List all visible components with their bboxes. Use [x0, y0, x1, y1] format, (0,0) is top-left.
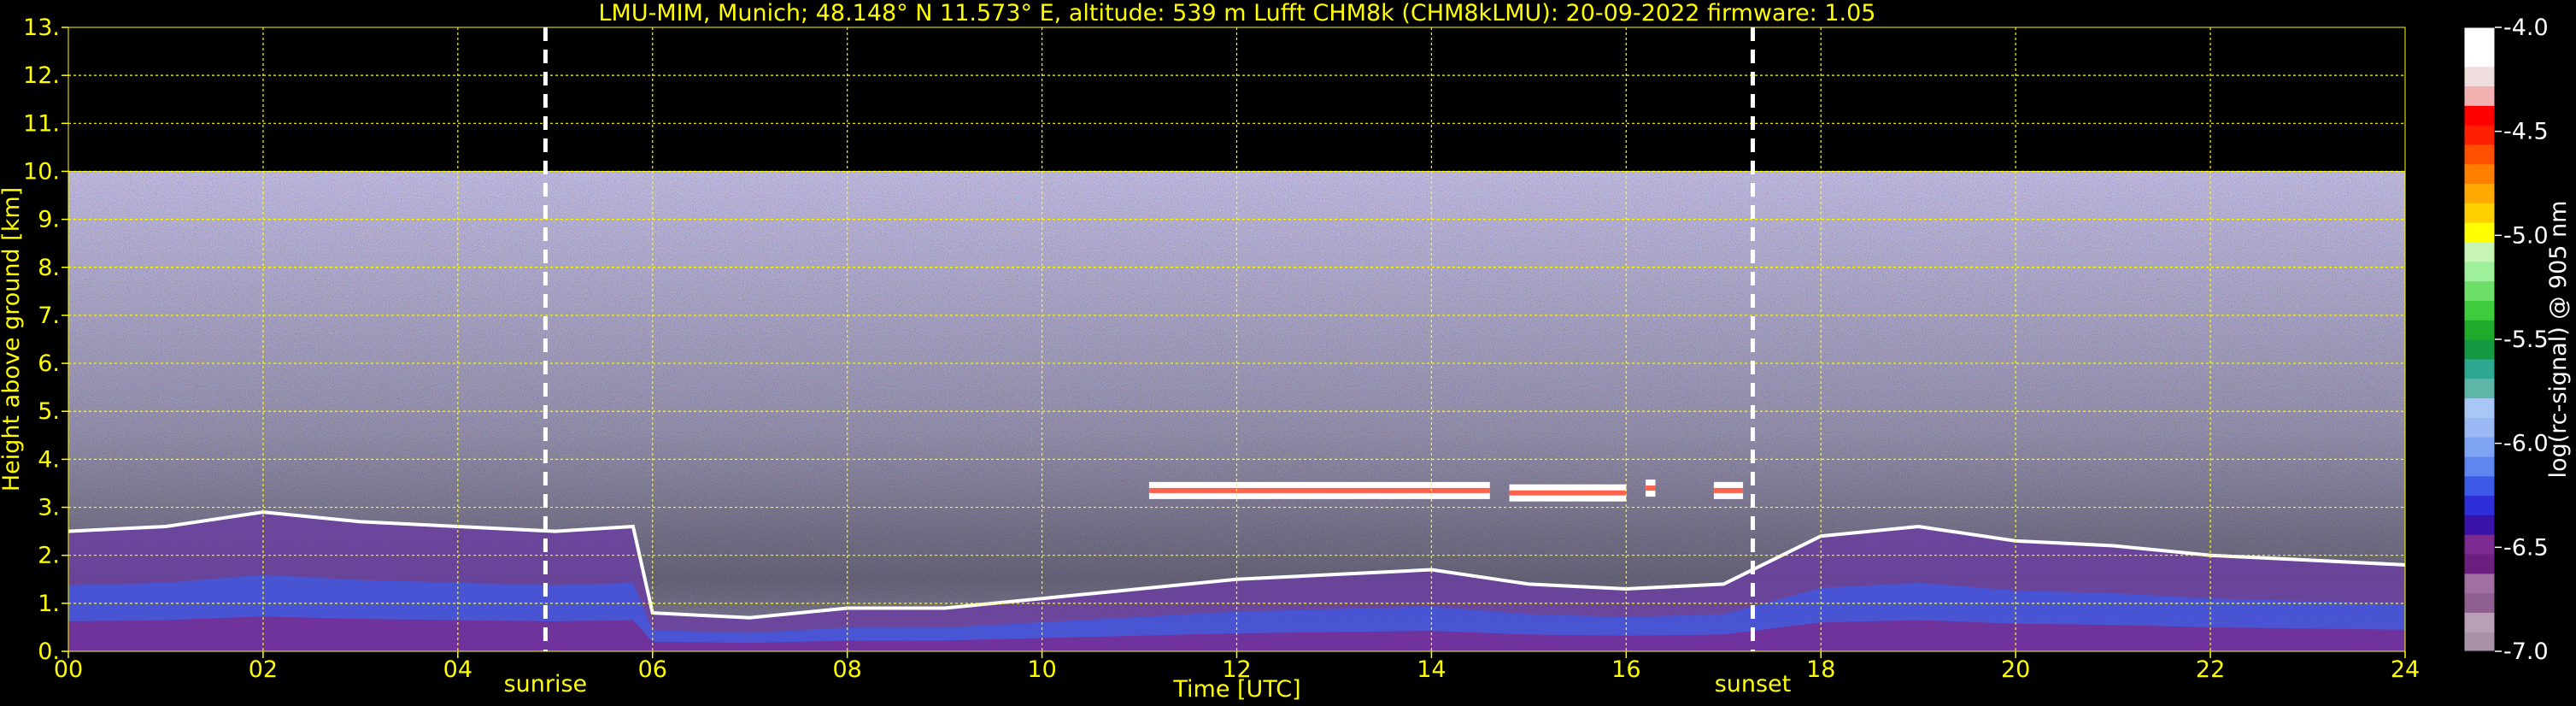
x-tick-label: 20 — [2001, 656, 2030, 683]
colorbar-segment — [2464, 163, 2495, 185]
cloud-layer-core — [1646, 485, 1656, 491]
cloud-layer-core — [1713, 487, 1744, 493]
colorbar-tick-label: -4.5 — [2503, 119, 2549, 145]
y-tick-label: 6. — [38, 350, 60, 377]
colorbar-segment — [2464, 27, 2495, 48]
colorbar-segment — [2464, 105, 2495, 126]
colorbar-segment — [2464, 515, 2495, 535]
x-tick-label: 08 — [832, 656, 861, 683]
colorbar-segment — [2464, 378, 2495, 399]
x-tick-label: 14 — [1417, 656, 1446, 683]
x-tick-label: 00 — [54, 656, 83, 683]
colorbar-segment — [2464, 358, 2495, 379]
colorbar-segment — [2464, 437, 2495, 457]
cloud-layer-core — [1509, 490, 1627, 496]
colorbar-segment — [2464, 632, 2495, 652]
colorbar-segment — [2464, 320, 2495, 340]
y-tick-label: 13. — [23, 15, 60, 41]
y-tick-label: 8. — [38, 255, 60, 281]
colorbar-segment — [2464, 300, 2495, 321]
colorbar-segment — [2464, 261, 2495, 282]
colorbar-tick-label: -5.0 — [2503, 222, 2549, 249]
colorbar-label: log(rc-signal) @ 905 nm — [2545, 201, 2572, 479]
ceilometer-chart: LMU-MIM, Munich; 48.148° N 11.573° E, al… — [0, 0, 2572, 703]
colorbar-segment — [2464, 592, 2495, 613]
x-tick-label: 16 — [1611, 656, 1640, 683]
colorbar-segment — [2464, 222, 2495, 243]
x-tick-label: 02 — [249, 656, 278, 683]
sunset-label: sunset — [1715, 671, 1792, 697]
colorbar-segment — [2464, 417, 2495, 438]
y-tick-label: 3. — [38, 495, 60, 521]
x-axis-label: Time [UTC] — [1172, 676, 1300, 703]
colorbar-segment — [2464, 183, 2495, 203]
x-tick-label: 24 — [2391, 656, 2420, 683]
colorbar-segment — [2464, 495, 2495, 515]
colorbar-segment — [2464, 397, 2495, 418]
y-tick-label: 9. — [38, 207, 60, 233]
y-tick-label: 1. — [38, 591, 60, 617]
colorbar-tick-label: -7.0 — [2503, 638, 2549, 665]
sunrise-label: sunrise — [504, 671, 588, 697]
y-tick-label: 12. — [23, 62, 60, 89]
x-tick-label: 04 — [443, 656, 472, 683]
y-tick-label: 11. — [23, 110, 60, 137]
colorbar-segment — [2464, 280, 2495, 301]
chart-title: LMU-MIM, Munich; 48.148° N 11.573° E, al… — [599, 0, 1876, 26]
colorbar-segment — [2464, 456, 2495, 477]
colorbar-segment — [2464, 573, 2495, 594]
x-tick-label: 22 — [2196, 656, 2225, 683]
colorbar-segment — [2464, 475, 2495, 497]
colorbar-tick-label: -4.0 — [2503, 15, 2549, 41]
colorbar-segment — [2464, 125, 2495, 145]
cloud-layer-core — [1148, 487, 1490, 493]
colorbar-segment — [2464, 46, 2495, 68]
colorbar-segment — [2464, 66, 2495, 87]
y-tick-label: 7. — [38, 303, 60, 329]
colorbar-segment — [2464, 85, 2495, 106]
colorbar-segment — [2464, 553, 2495, 574]
colorbar-segment — [2464, 241, 2495, 262]
x-tick-label: 18 — [1806, 656, 1835, 683]
colorbar-segment — [2464, 534, 2495, 555]
x-tick-label: 10 — [1027, 656, 1056, 683]
y-tick-label: 10. — [23, 158, 60, 185]
colorbar-segment — [2464, 144, 2495, 165]
y-axis-label: Height above ground [km] — [0, 187, 25, 491]
colorbar-segment — [2464, 339, 2495, 360]
colorbar-tick-label: -6.0 — [2503, 431, 2549, 457]
colorbar-segment — [2464, 203, 2495, 223]
colorbar-tick-label: -5.5 — [2503, 327, 2549, 353]
y-tick-label: 5. — [38, 398, 60, 425]
x-tick-label: 06 — [638, 656, 667, 683]
colorbar-tick-label: -6.5 — [2503, 534, 2549, 561]
colorbar-segment — [2464, 612, 2495, 632]
y-tick-label: 4. — [38, 446, 60, 473]
colorbar: -4.0 -4.5 -5.0 -5.5 -6.0 -6.5 -7.0 — [2463, 15, 2549, 665]
y-tick-label: 2. — [38, 543, 60, 569]
